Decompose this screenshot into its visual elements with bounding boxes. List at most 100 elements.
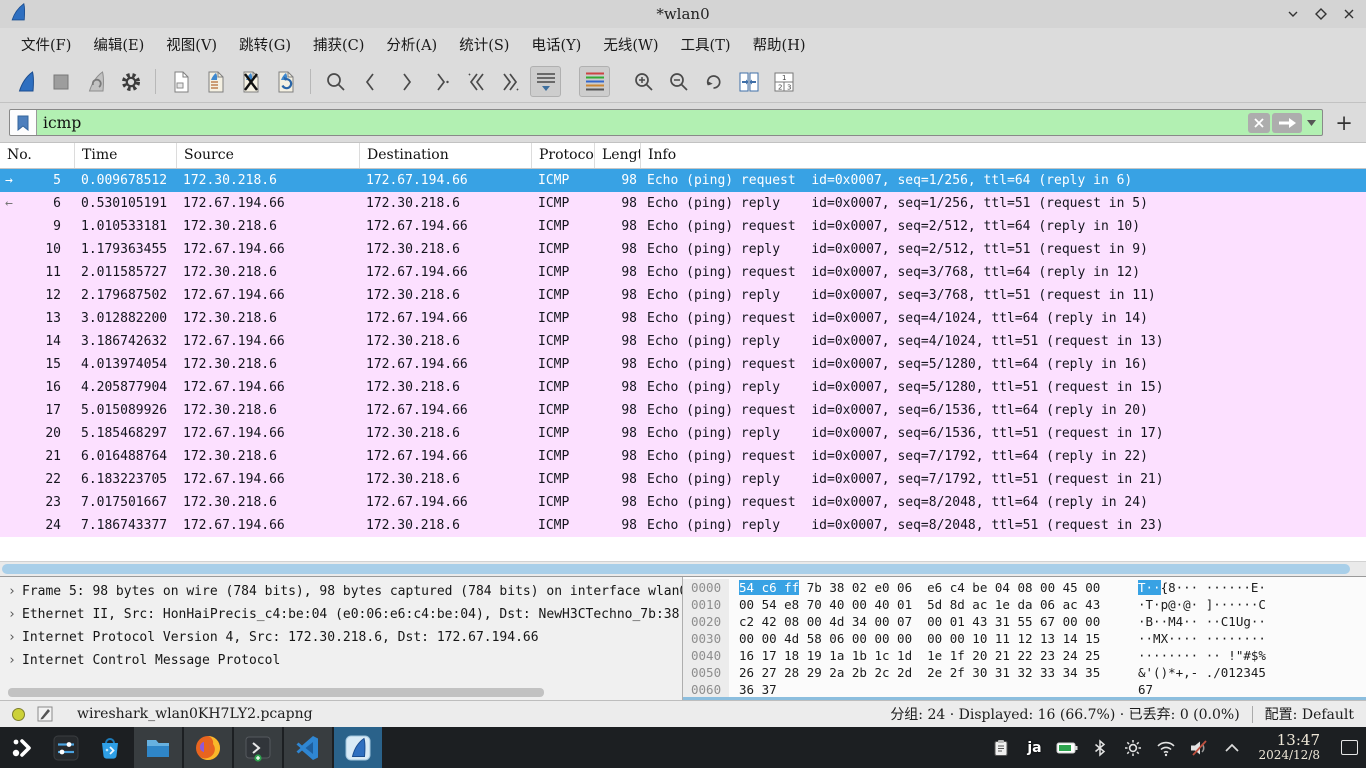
- resize-columns-button[interactable]: [733, 66, 764, 97]
- column-header-destination[interactable]: Destination: [360, 143, 532, 168]
- first-packet-button[interactable]: [460, 66, 491, 97]
- packet-list-hscrollbar[interactable]: [0, 561, 1366, 576]
- packet-row[interactable]: 91.010533181172.30.218.6172.67.194.66ICM…: [0, 215, 1366, 238]
- close-button[interactable]: [1342, 7, 1356, 21]
- hex-row[interactable]: 006036 3767: [683, 681, 1366, 698]
- clipboard-icon[interactable]: [988, 735, 1014, 761]
- find-packet-button[interactable]: [320, 66, 351, 97]
- capture-options-button[interactable]: [115, 66, 146, 97]
- auto-scroll-button[interactable]: [530, 66, 561, 97]
- expand-chevron-icon[interactable]: ›: [8, 603, 22, 626]
- packet-row[interactable]: 164.205877904172.67.194.66172.30.218.6IC…: [0, 376, 1366, 399]
- packet-row[interactable]: 122.179687502172.67.194.66172.30.218.6IC…: [0, 284, 1366, 307]
- expand-chevron-icon[interactable]: ›: [8, 580, 22, 603]
- menu-statistics[interactable]: 统计(S): [448, 29, 520, 60]
- menu-go[interactable]: 跳转(G): [228, 29, 302, 60]
- hex-row[interactable]: 000054 c6 ff 7b 38 02 e0 06 e6 c4 be 04 …: [683, 579, 1366, 596]
- packet-row[interactable]: 205.185468297172.67.194.66172.30.218.6IC…: [0, 422, 1366, 445]
- profile-label[interactable]: 配置: Default: [1265, 704, 1354, 724]
- detail-tree-row[interactable]: ›Internet Control Message Protocol: [0, 649, 682, 672]
- filter-apply-button[interactable]: [1272, 113, 1302, 133]
- taskbar-terminal-button[interactable]: [234, 727, 282, 768]
- detail-tree-row[interactable]: ›Internet Protocol Version 4, Src: 172.3…: [0, 626, 682, 649]
- expand-chevron-icon[interactable]: ›: [8, 649, 22, 672]
- open-file-button[interactable]: [165, 66, 196, 97]
- input-method-indicator[interactable]: ja: [1021, 735, 1047, 761]
- colorize-button[interactable]: [579, 66, 610, 97]
- clock[interactable]: 13:47 2024/12/8: [1258, 733, 1320, 761]
- hex-row[interactable]: 001000 54 e8 70 40 00 40 01 5d 8d ac 1e …: [683, 596, 1366, 613]
- menu-capture[interactable]: 捕获(C): [302, 29, 375, 60]
- taskbar-wireshark-button[interactable]: [334, 727, 382, 768]
- volume-muted-icon[interactable]: [1186, 735, 1212, 761]
- app-launcher-button[interactable]: [0, 727, 44, 768]
- menu-telephony[interactable]: 电话(Y): [520, 29, 592, 60]
- packet-row[interactable]: 226.183223705172.67.194.66172.30.218.6IC…: [0, 468, 1366, 491]
- detail-tree-row[interactable]: ›Ethernet II, Src: HonHaiPrecis_c4:be:04…: [0, 603, 682, 626]
- column-header-info[interactable]: Info: [641, 143, 1366, 168]
- discover-launcher-icon[interactable]: [88, 727, 132, 768]
- column-header-no[interactable]: No.: [0, 143, 75, 168]
- detail-tree-row[interactable]: ›Frame 5: 98 bytes on wire (784 bits), 9…: [0, 580, 682, 603]
- settings-launcher-icon[interactable]: [44, 727, 88, 768]
- expert-info-icon[interactable]: [12, 708, 25, 721]
- column-header-source[interactable]: Source: [177, 143, 360, 168]
- column-header-length[interactable]: Length: [595, 143, 641, 168]
- hex-row[interactable]: 005026 27 28 29 2a 2b 2c 2d 2e 2f 30 31 …: [683, 664, 1366, 681]
- previous-packet-button[interactable]: [355, 66, 386, 97]
- bluetooth-icon[interactable]: [1087, 735, 1113, 761]
- next-packet-button[interactable]: [390, 66, 421, 97]
- taskbar-firefox-button[interactable]: [184, 727, 232, 768]
- taskbar-vscode-button[interactable]: [284, 727, 332, 768]
- packet-row[interactable]: 175.015089926172.30.218.6172.67.194.66IC…: [0, 399, 1366, 422]
- menu-file[interactable]: 文件(F): [10, 29, 82, 60]
- save-file-button[interactable]: [200, 66, 231, 97]
- wifi-icon[interactable]: [1153, 735, 1179, 761]
- maximize-button[interactable]: [1314, 7, 1328, 21]
- menu-wireless[interactable]: 无线(W): [592, 29, 669, 60]
- stop-capture-button[interactable]: [45, 66, 76, 97]
- packet-row[interactable]: 5→0.009678512172.30.218.6172.67.194.66IC…: [0, 169, 1366, 192]
- zoom-out-button[interactable]: [663, 66, 694, 97]
- zoom-reset-button[interactable]: [698, 66, 729, 97]
- details-hscrollbar-thumb[interactable]: [8, 688, 544, 697]
- hex-row[interactable]: 0020c2 42 08 00 4d 34 00 07 00 01 43 31 …: [683, 613, 1366, 630]
- tray-expander-icon[interactable]: [1219, 735, 1245, 761]
- packet-row[interactable]: 6←0.530105191172.67.194.66172.30.218.6IC…: [0, 192, 1366, 215]
- brightness-icon[interactable]: [1120, 735, 1146, 761]
- battery-icon[interactable]: [1054, 735, 1080, 761]
- packet-row[interactable]: 143.186742632172.67.194.66172.30.218.6IC…: [0, 330, 1366, 353]
- layout-button[interactable]: 123: [768, 66, 799, 97]
- packet-row[interactable]: 112.011585727172.30.218.6172.67.194.66IC…: [0, 261, 1366, 284]
- column-header-time[interactable]: Time: [75, 143, 177, 168]
- column-header-protocol[interactable]: Protocol: [532, 143, 595, 168]
- reload-file-button[interactable]: [270, 66, 301, 97]
- menu-tools[interactable]: 工具(T): [670, 29, 742, 60]
- filter-bookmark-button[interactable]: [10, 110, 37, 135]
- capture-comment-icon[interactable]: [37, 706, 53, 722]
- packet-row[interactable]: 133.012882200172.30.218.6172.67.194.66IC…: [0, 307, 1366, 330]
- packet-row[interactable]: 154.013974054172.30.218.6172.67.194.66IC…: [0, 353, 1366, 376]
- packet-row[interactable]: 237.017501667172.30.218.6172.67.194.66IC…: [0, 491, 1366, 514]
- hex-row[interactable]: 004016 17 18 19 1a 1b 1c 1d 1e 1f 20 21 …: [683, 647, 1366, 664]
- show-desktop-button[interactable]: [1341, 740, 1358, 755]
- hscrollbar-thumb[interactable]: [2, 564, 1350, 574]
- menu-analyze[interactable]: 分析(A): [375, 29, 448, 60]
- expand-chevron-icon[interactable]: ›: [8, 626, 22, 649]
- close-file-button[interactable]: [235, 66, 266, 97]
- last-packet-button[interactable]: [495, 66, 526, 97]
- packet-row[interactable]: 216.016488764172.30.218.6172.67.194.66IC…: [0, 445, 1366, 468]
- filter-add-button[interactable]: +: [1331, 110, 1357, 136]
- minimize-button[interactable]: [1286, 7, 1300, 21]
- menu-view[interactable]: 视图(V): [155, 29, 228, 60]
- filter-dropdown-button[interactable]: [1304, 113, 1318, 133]
- zoom-in-button[interactable]: [628, 66, 659, 97]
- display-filter-input[interactable]: [37, 110, 1248, 135]
- restart-capture-button[interactable]: [80, 66, 111, 97]
- filter-clear-button[interactable]: [1248, 113, 1270, 133]
- packet-row[interactable]: 101.179363455172.67.194.66172.30.218.6IC…: [0, 238, 1366, 261]
- hex-row[interactable]: 003000 00 4d 58 06 00 00 00 00 00 10 11 …: [683, 630, 1366, 647]
- go-to-packet-button[interactable]: [425, 66, 456, 97]
- start-capture-button[interactable]: [10, 66, 41, 97]
- menu-edit[interactable]: 编辑(E): [82, 29, 155, 60]
